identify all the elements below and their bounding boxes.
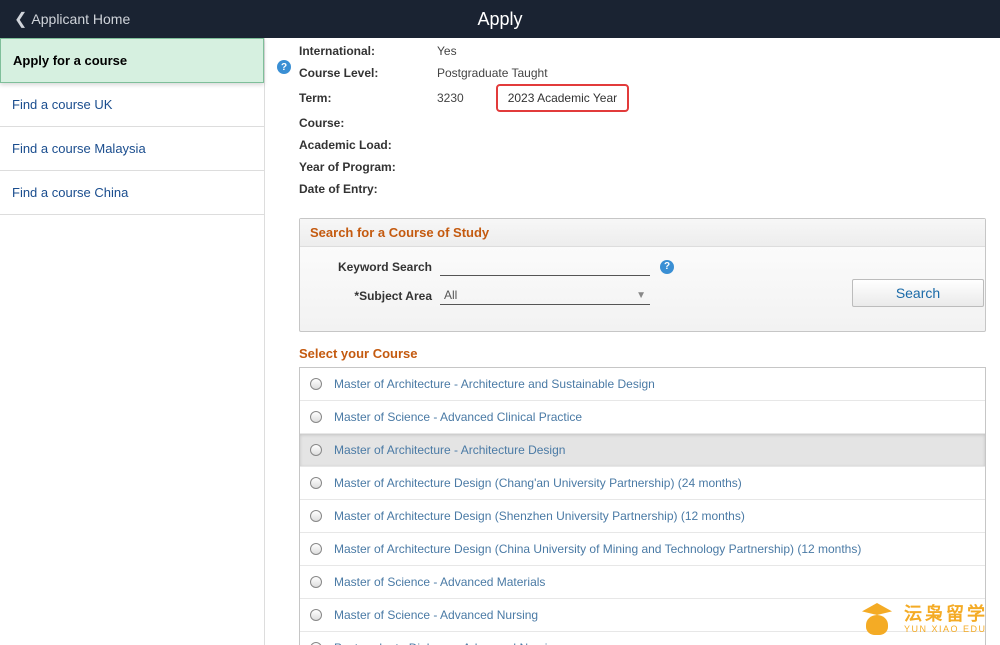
course-row[interactable]: Master of Architecture - Architecture De… xyxy=(300,434,985,467)
application-details: ? International: Yes Course Level: Postg… xyxy=(299,38,986,200)
keyword-label: Keyword Search xyxy=(312,260,432,274)
sidebar-item-2[interactable]: Find a course Malaysia xyxy=(0,127,264,171)
keyword-input[interactable] xyxy=(440,257,650,276)
label-year-of-program: Year of Program: xyxy=(299,156,423,178)
sidebar-item-3[interactable]: Find a course China xyxy=(0,171,264,215)
select-course-title: Select your Course xyxy=(299,346,986,361)
course-label: Master of Science - Advanced Clinical Pr… xyxy=(334,409,582,425)
watermark-en: YUN XIAO EDU xyxy=(904,625,988,635)
radio-icon[interactable] xyxy=(310,576,322,588)
term-academic-year-highlight: 2023 Academic Year xyxy=(496,84,629,112)
back-label: Applicant Home xyxy=(31,11,130,27)
sidebar-item-1[interactable]: Find a course UK xyxy=(0,83,264,127)
course-row[interactable]: Master of Architecture Design (China Uni… xyxy=(300,533,985,566)
course-row[interactable]: Master of Architecture Design (Shenzhen … xyxy=(300,500,985,533)
radio-icon[interactable] xyxy=(310,510,322,522)
subject-area-select[interactable]: All ▼ xyxy=(440,286,650,305)
radio-icon[interactable] xyxy=(310,477,322,489)
sidebar-item-0[interactable]: Apply for a course xyxy=(0,38,264,83)
chevron-down-icon: ▼ xyxy=(636,290,646,301)
search-panel-title: Search for a Course of Study xyxy=(300,219,985,247)
course-label: Master of Architecture Design (China Uni… xyxy=(334,541,861,557)
course-row[interactable]: Master of Science - Advanced Clinical Pr… xyxy=(300,401,985,434)
course-label: Master of Architecture Design (Chang'an … xyxy=(334,475,742,491)
value-course-level: Postgraduate Taught xyxy=(437,62,548,84)
app-header: ❮ Applicant Home Apply xyxy=(0,0,1000,38)
search-button[interactable]: Search xyxy=(852,279,984,307)
main-content: ? International: Yes Course Level: Postg… xyxy=(265,38,1000,645)
label-term: Term: xyxy=(299,87,423,109)
radio-icon[interactable] xyxy=(310,378,322,390)
course-label: Master of Science - Advanced Materials xyxy=(334,574,545,590)
subject-area-value: All xyxy=(444,288,457,302)
label-academic-load: Academic Load: xyxy=(299,134,423,156)
watermark-logo: 沄枭留学 YUN XIAO EDU xyxy=(858,603,988,637)
watermark-cn: 沄枭留学 xyxy=(904,605,988,625)
page-title: Apply xyxy=(477,9,522,30)
subject-area-label: Subject Area xyxy=(312,289,432,303)
help-icon[interactable]: ? xyxy=(277,60,291,74)
sidebar: Apply for a courseFind a course UKFind a… xyxy=(0,38,265,645)
label-international: International: xyxy=(299,40,423,62)
help-icon[interactable]: ? xyxy=(660,260,674,274)
course-row[interactable]: Master of Architecture Design (Chang'an … xyxy=(300,467,985,500)
label-course-level: Course Level: xyxy=(299,62,423,84)
course-label: Master of Science - Advanced Nursing xyxy=(334,607,538,623)
chevron-left-icon: ❮ xyxy=(14,9,27,29)
radio-icon[interactable] xyxy=(310,543,322,555)
search-course-panel: Search for a Course of Study Keyword Sea… xyxy=(299,218,986,332)
course-label: Master of Architecture Design (Shenzhen … xyxy=(334,508,745,524)
course-row[interactable]: Master of Science - Advanced Materials xyxy=(300,566,985,599)
value-term-code: 3230 xyxy=(437,87,464,109)
label-course: Course: xyxy=(299,112,423,134)
back-link[interactable]: ❮ Applicant Home xyxy=(0,9,144,29)
label-date-of-entry: Date of Entry: xyxy=(299,178,423,200)
radio-icon[interactable] xyxy=(310,411,322,423)
watermark-icon xyxy=(858,603,896,637)
radio-icon[interactable] xyxy=(310,609,322,621)
radio-icon[interactable] xyxy=(310,444,322,456)
course-label: Postgraduate Diploma - Advanced Nursing xyxy=(334,640,561,645)
value-international: Yes xyxy=(437,40,457,62)
course-label: Master of Architecture - Architecture De… xyxy=(334,442,565,458)
course-label: Master of Architecture - Architecture an… xyxy=(334,376,655,392)
course-row[interactable]: Master of Architecture - Architecture an… xyxy=(300,368,985,401)
